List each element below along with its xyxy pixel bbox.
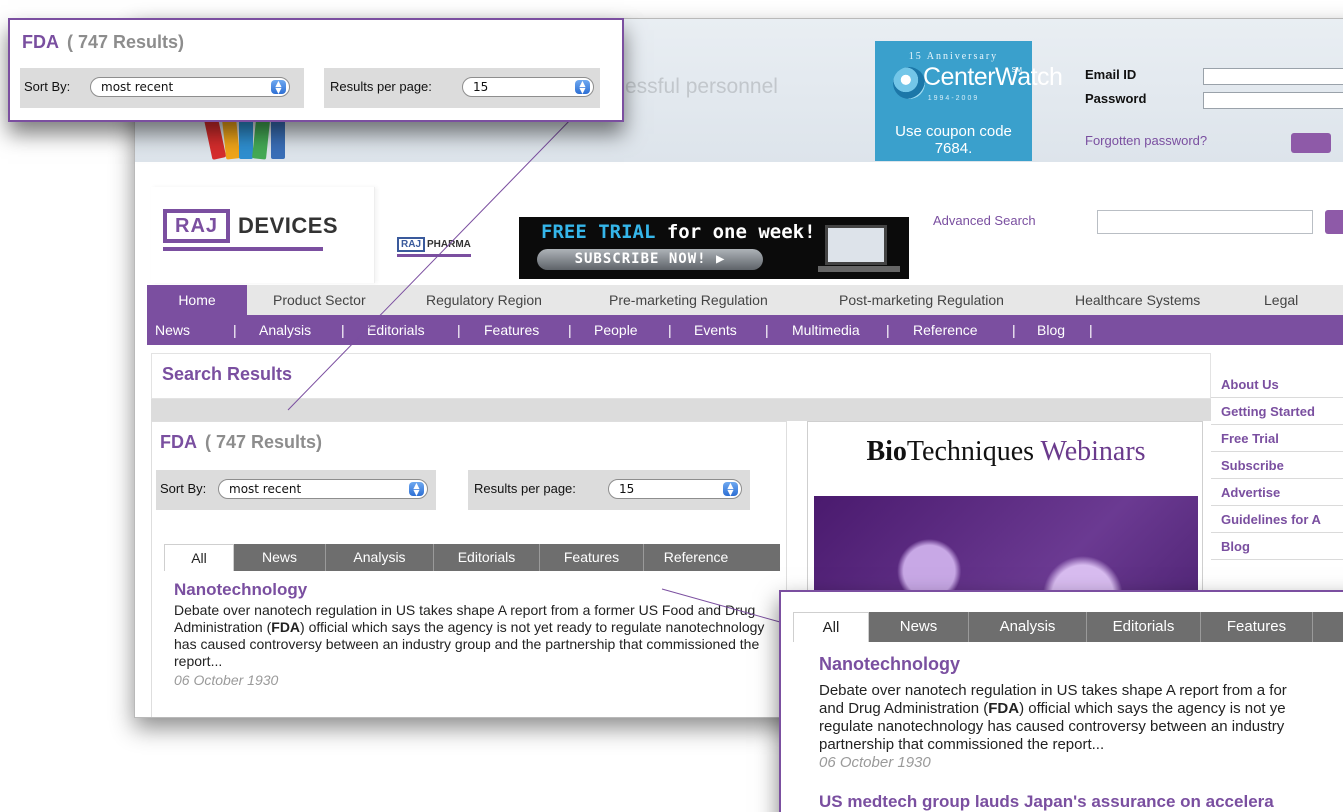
zoom-callout-results: All News Analysis Editorials Features F … [779,590,1343,812]
zoom-per-page-label: Results per page: [330,79,432,94]
zoom-callout-sort: FDA ( 747 Results) Sort By: most recent ▲… [8,18,624,122]
zoom-snippet-highlight: FDA [988,700,1020,717]
select-arrows-icon: ▲ ▼ [575,80,590,95]
zoom-tab-news[interactable]: News [869,612,969,642]
zoom-snippet-part: and Drug Administration ( [819,700,989,717]
zoom-query-heading: FDA ( 747 Results) [22,32,184,53]
zoom-result-count: ( 747 Results) [67,32,185,52]
zoom-snippet-line: and Drug Administration (FDA) official w… [819,700,1343,718]
zoom-query-term: FDA [22,32,59,52]
zoom-snippet-part: ) official which says the agency is not … [1019,700,1286,717]
per-page-label: Results per page: [474,481,576,496]
callout-line-bottom [661,588,781,623]
zoom-sort-value: most recent [101,80,174,94]
zoom-tab-editorials[interactable]: Editorials [1087,612,1201,642]
query-term: FDA [160,432,197,452]
zoom-result-tabs: All News Analysis Editorials Features F [793,612,1343,642]
zoom-sort-select[interactable]: most recent ▲ ▼ [90,77,290,97]
zoom-sort-label: Sort By: [24,79,71,94]
zoom-result-snippet: Debate over nanotech regulation in US ta… [819,682,1343,754]
zoom-tab-partial[interactable]: F [1313,612,1343,642]
zoom-per-page-select[interactable]: 15 ▲ ▼ [462,77,594,97]
zoom-tab-features[interactable]: Features [1201,612,1313,642]
page: essful personnel 15 Anniversary CenterWa… [0,0,1343,812]
sort-label: Sort By: [160,481,207,496]
zoom-per-page-value: 15 [473,80,489,94]
zoom-tab-analysis[interactable]: Analysis [969,612,1087,642]
zoom-result-title[interactable]: Nanotechnology [819,654,960,675]
zoom-snippet-line: Debate over nanotech regulation in US ta… [819,682,1287,699]
select-arrows-icon: ▲ ▼ [271,80,286,95]
zoom-result-date: 06 October 1930 [819,754,931,771]
zoom-snippet-line: regulate nanotechnology has caused contr… [819,718,1285,735]
zoom-snippet-line: partnership that commissioned the report… [819,736,1105,753]
zoom-tab-all[interactable]: All [793,612,869,642]
result-title[interactable]: Nanotechnology [174,580,307,600]
query-heading: FDA ( 747 Results) [160,432,322,453]
zoom-per-page-bar: Results per page: 15 ▲ ▼ [324,68,600,108]
callout-line-top [287,113,577,411]
zoom-sort-bar: Sort By: most recent ▲ ▼ [20,68,304,108]
result-count: ( 747 Results) [205,432,323,452]
zoom-result-title-2[interactable]: US medtech group lauds Japan's assurance… [819,792,1274,812]
